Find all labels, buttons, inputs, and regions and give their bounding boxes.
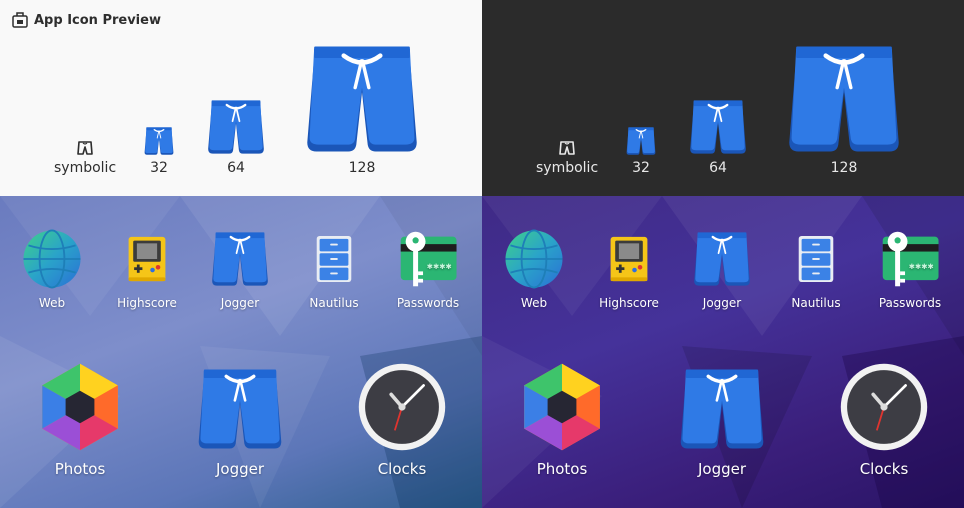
size-label: symbolic — [54, 160, 117, 176]
shorts-icon — [211, 228, 269, 290]
app-jogger[interactable]: Jogger — [208, 228, 272, 310]
app-label: Highscore — [599, 296, 659, 310]
size-column-64: 64 — [207, 94, 265, 176]
app-label: Clocks — [377, 460, 427, 478]
app-label: Web — [38, 296, 66, 310]
shorts-icon — [689, 98, 747, 156]
size-label: 64 — [709, 160, 727, 176]
app-photos[interactable]: Photos — [512, 362, 612, 478]
size-label: 32 — [632, 160, 650, 176]
size-label: symbolic — [536, 160, 599, 176]
size-column-128: 128 — [787, 36, 901, 176]
app-nautilus[interactable]: Nautilus — [302, 228, 366, 310]
preview-panel-light: App Icon Preview symbolic 32 64 128 — [0, 0, 482, 196]
game-console-icon — [606, 228, 652, 290]
app-label: Nautilus — [309, 296, 359, 310]
key-card-icon — [879, 228, 941, 290]
clock-icon — [839, 362, 929, 452]
size-label: 64 — [227, 160, 245, 176]
app-clocks[interactable]: Clocks — [352, 362, 452, 478]
key-card-icon — [397, 228, 459, 290]
app-label: Nautilus — [791, 296, 841, 310]
app-highscore[interactable]: Highscore — [115, 228, 179, 310]
app-label: Clocks — [859, 460, 909, 478]
size-column-128: 128 — [305, 36, 419, 176]
shorts-icon — [626, 126, 656, 156]
shorts-icon — [144, 126, 174, 156]
app-jogger-large[interactable]: Jogger — [672, 366, 772, 478]
size-column-symbolic: symbolic — [536, 130, 598, 176]
file-cabinet-icon — [310, 228, 358, 290]
size-label: 128 — [348, 160, 376, 176]
web-globe-icon — [503, 228, 565, 290]
app-web[interactable]: Web — [20, 228, 84, 310]
web-globe-icon — [21, 228, 83, 290]
shorts-icon — [787, 42, 901, 156]
app-label: Photos — [54, 460, 106, 478]
app-grid-dark: Web Highscore Jogger Nautilus Passwords … — [482, 196, 964, 508]
app-jogger[interactable]: Jogger — [690, 228, 754, 310]
preview-header: App Icon Preview — [12, 12, 161, 28]
clock-icon — [357, 362, 447, 452]
app-label: Passwords — [878, 296, 942, 310]
app-photos[interactable]: Photos — [30, 362, 130, 478]
photos-hexagon-icon — [35, 362, 125, 452]
shorts-icon — [693, 228, 751, 290]
photos-hexagon-icon — [517, 362, 607, 452]
app-label: Photos — [536, 460, 588, 478]
size-column-32: 32 — [144, 122, 174, 176]
app-passwords[interactable]: Passwords — [878, 228, 942, 310]
app-jogger-large[interactable]: Jogger — [190, 366, 290, 478]
game-console-icon — [124, 228, 170, 290]
app-label: Passwords — [396, 296, 460, 310]
app-label: Web — [520, 296, 548, 310]
app-label: Jogger — [220, 296, 260, 310]
app-passwords[interactable]: Passwords — [396, 228, 460, 310]
app-web[interactable]: Web — [502, 228, 566, 310]
size-column-32: 32 — [626, 122, 656, 176]
shorts-icon — [305, 42, 419, 156]
app-label: Jogger — [702, 296, 742, 310]
app-nautilus[interactable]: Nautilus — [784, 228, 848, 310]
app-preview-icon — [12, 12, 28, 28]
file-cabinet-icon — [792, 228, 840, 290]
shorts-symbolic-icon — [559, 140, 575, 156]
app-label: Jogger — [697, 460, 747, 478]
app-label: Jogger — [215, 460, 265, 478]
preview-panel-dark: symbolic 32 64 128 — [482, 0, 964, 196]
shorts-icon — [207, 98, 265, 156]
shorts-symbolic-icon — [77, 140, 93, 156]
size-label: 128 — [830, 160, 858, 176]
size-label: 32 — [150, 160, 168, 176]
app-clocks[interactable]: Clocks — [834, 362, 934, 478]
shorts-icon — [197, 366, 283, 452]
app-highscore[interactable]: Highscore — [597, 228, 661, 310]
app-grid-light: Web Highscore Jogger Nautilus Passwords … — [0, 196, 482, 508]
app-label: Highscore — [117, 296, 177, 310]
shorts-icon — [679, 366, 765, 452]
size-column-symbolic: symbolic — [54, 130, 116, 176]
preview-title: App Icon Preview — [34, 12, 161, 28]
size-column-64: 64 — [689, 94, 747, 176]
